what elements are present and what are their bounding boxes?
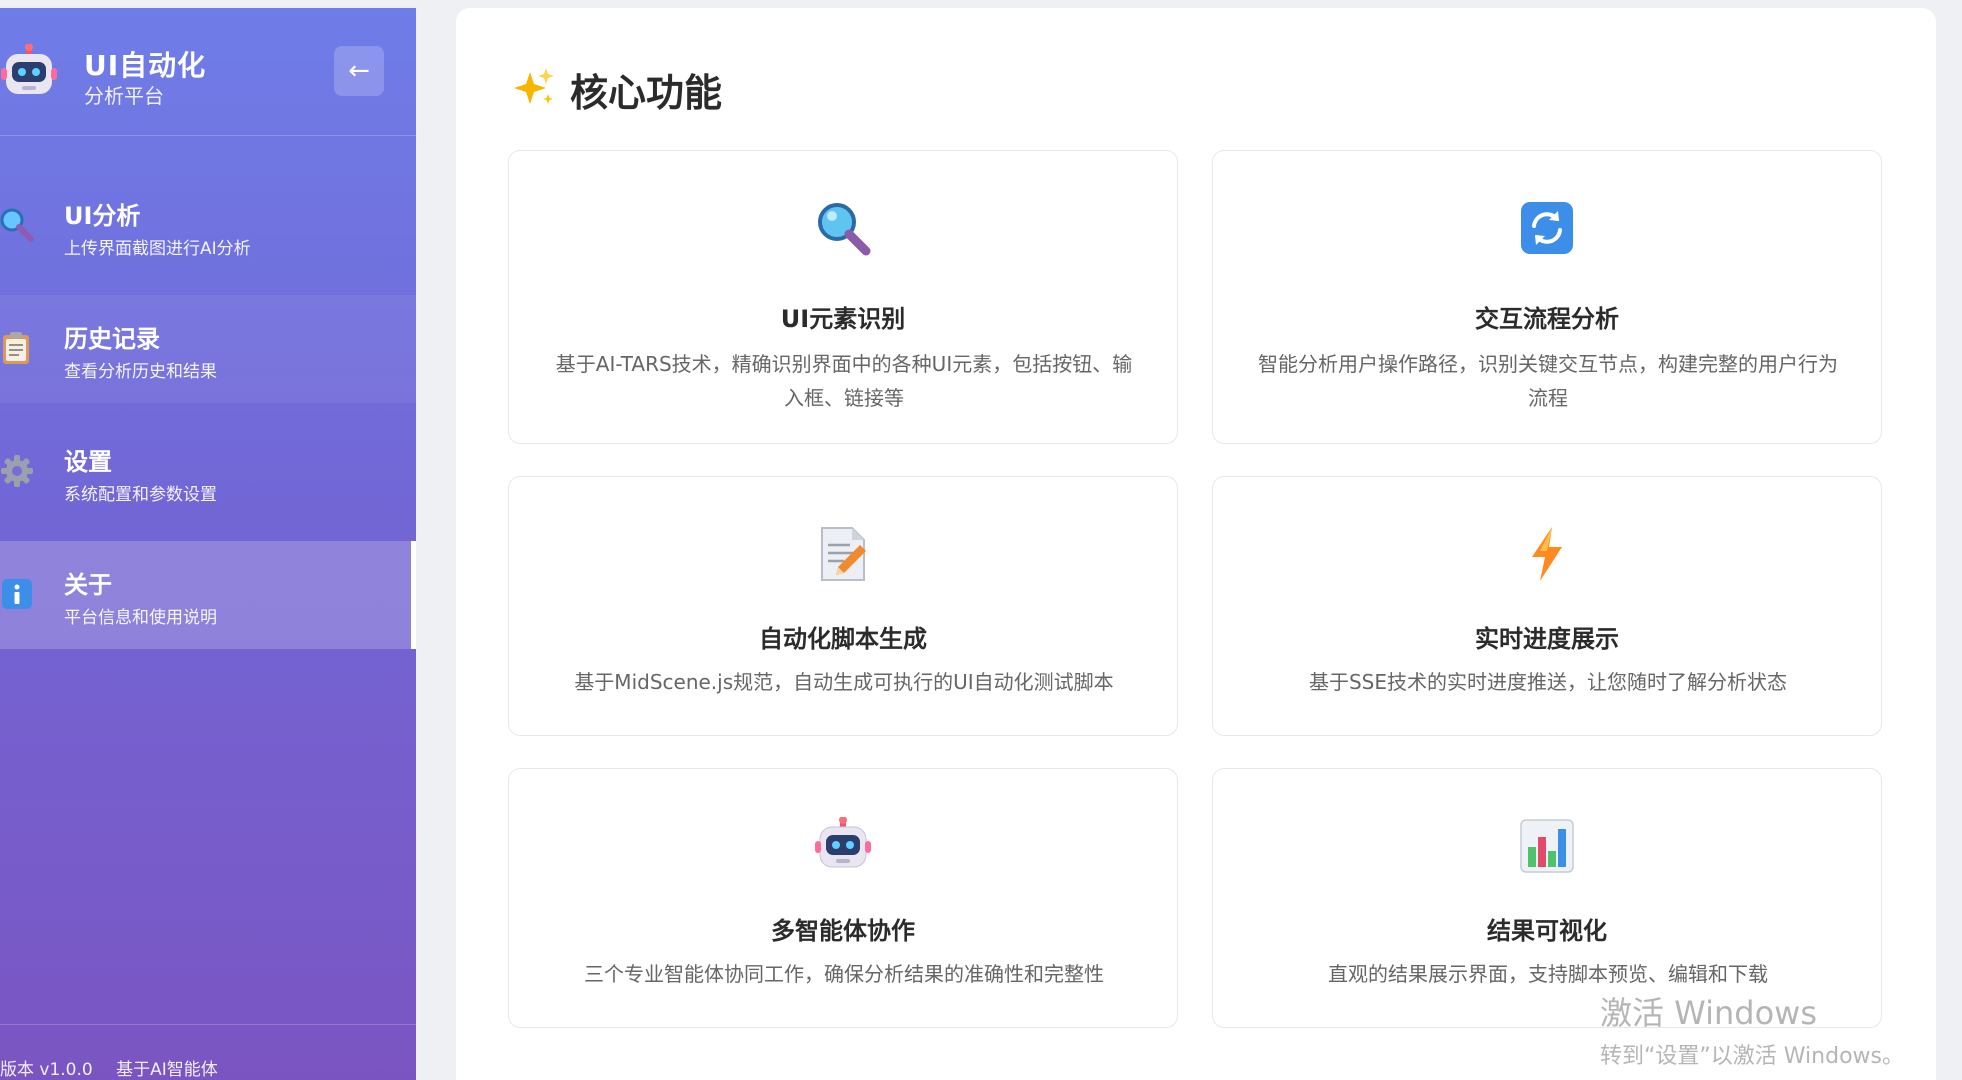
version-label: 版本 v1.0.0 — [0, 1060, 93, 1080]
feature-card-multi-agent: 多智能体协作 三个专业智能体协同工作，确保分析结果的准确性和完整性 — [508, 768, 1178, 1028]
feature-title: 交互流程分析 — [1475, 305, 1619, 333]
sidebar-nav: UI分析 上传界面截图进行AI分析 历史记录 查看分析历史和结果 设置 系统配置… — [0, 172, 416, 664]
feature-title: 实时进度展示 — [1475, 625, 1619, 653]
sidebar-item-about[interactable]: 关于 平台信息和使用说明 — [0, 541, 416, 649]
feature-title: 结果可视化 — [1487, 917, 1607, 945]
sidebar-header: UI自动化 分析平台 ← — [0, 8, 416, 136]
info-icon — [2, 579, 32, 609]
sidebar-item-history[interactable]: 历史记录 查看分析历史和结果 — [0, 295, 416, 403]
robot-icon — [815, 817, 871, 868]
feature-card-ui-element-recognition: UI元素识别 基于AI-TARS技术，精确识别界面中的各种UI元素，包括按钮、输… — [508, 150, 1178, 444]
sidebar-item-desc: 系统配置和参数设置 — [64, 485, 217, 505]
magnifier-icon — [818, 203, 871, 256]
sidebar-item-settings[interactable]: 设置 系统配置和参数设置 — [0, 418, 416, 526]
sidebar-item-desc: 上传界面截图进行AI分析 — [64, 239, 251, 259]
feature-card-script-generation: 自动化脚本生成 基于MidScene.js规范，自动生成可执行的UI自动化测试脚… — [508, 476, 1178, 736]
feature-desc: 智能分析用户操作路径，识别关键交互节点，构建完整的用户行为流程 — [1258, 352, 1838, 410]
sidebar-item-label: 设置 — [64, 448, 112, 476]
sidebar-item-ui-analysis[interactable]: UI分析 上传界面截图进行AI分析 — [0, 172, 416, 280]
sidebar-item-label: 关于 — [64, 571, 112, 599]
section-title: 核心功能 — [570, 71, 723, 115]
collapse-sidebar-button[interactable]: ← — [334, 46, 384, 96]
robot-icon — [1, 44, 57, 94]
feature-title: UI元素识别 — [780, 305, 906, 333]
refresh-icon — [1521, 202, 1573, 254]
app-window: UI自动化 分析平台 ← UI分析 上传界面截图进行AI分析 历史记录 查看分析… — [0, 0, 1962, 1080]
brand-title: UI自动化 — [84, 49, 207, 82]
sidebar-item-desc: 平台信息和使用说明 — [64, 608, 217, 628]
feature-card-interaction-flow: 交互流程分析 智能分析用户操作路径，识别关键交互节点，构建完整的用户行为流程 — [1212, 150, 1882, 444]
feature-desc: 基于AI-TARS技术，精确识别界面中的各种UI元素，包括按钮、输入框、链接等 — [555, 352, 1133, 410]
brand-subtitle: 分析平台 — [84, 84, 164, 108]
feature-desc: 三个专业智能体协同工作，确保分析结果的准确性和完整性 — [584, 962, 1104, 986]
sidebar-item-label: UI分析 — [64, 202, 141, 230]
gear-icon — [1, 455, 33, 487]
sidebar-footer: 版本 v1.0.0 基于AI智能体 — [0, 1024, 416, 1080]
sidebar: UI自动化 分析平台 ← UI分析 上传界面截图进行AI分析 历史记录 查看分析… — [0, 8, 416, 1080]
feature-title: 多智能体协作 — [771, 917, 915, 945]
document-edit-icon — [821, 527, 866, 581]
sidebar-item-desc: 查看分析历史和结果 — [64, 362, 217, 382]
bar-chart-icon — [1520, 819, 1574, 873]
powered-by-label: 基于AI智能体 — [116, 1060, 218, 1080]
feature-desc: 直观的结果展示界面，支持脚本预览、编辑和下载 — [1328, 962, 1768, 986]
sparkle-icon — [514, 68, 554, 104]
feature-card-realtime-progress: 实时进度展示 基于SSE技术的实时进度推送，让您随时了解分析状态 — [1212, 476, 1882, 736]
feature-card-result-visualization: 结果可视化 直观的结果展示界面，支持脚本预览、编辑和下载 — [1212, 768, 1882, 1028]
feature-desc: 基于SSE技术的实时进度推送，让您随时了解分析状态 — [1308, 670, 1788, 694]
feature-title: 自动化脚本生成 — [759, 625, 927, 653]
main-panel: 核心功能 UI元素识别 基于AI-TARS技术，精确识别界面中的各种UI元素，包… — [456, 8, 1936, 1080]
magnifier-icon — [0, 208, 34, 242]
sidebar-item-label: 历史记录 — [64, 325, 160, 353]
clipboard-icon — [3, 332, 29, 364]
feature-desc: 基于MidScene.js规范，自动生成可执行的UI自动化测试脚本 — [574, 670, 1114, 694]
lightning-icon — [1532, 527, 1562, 581]
